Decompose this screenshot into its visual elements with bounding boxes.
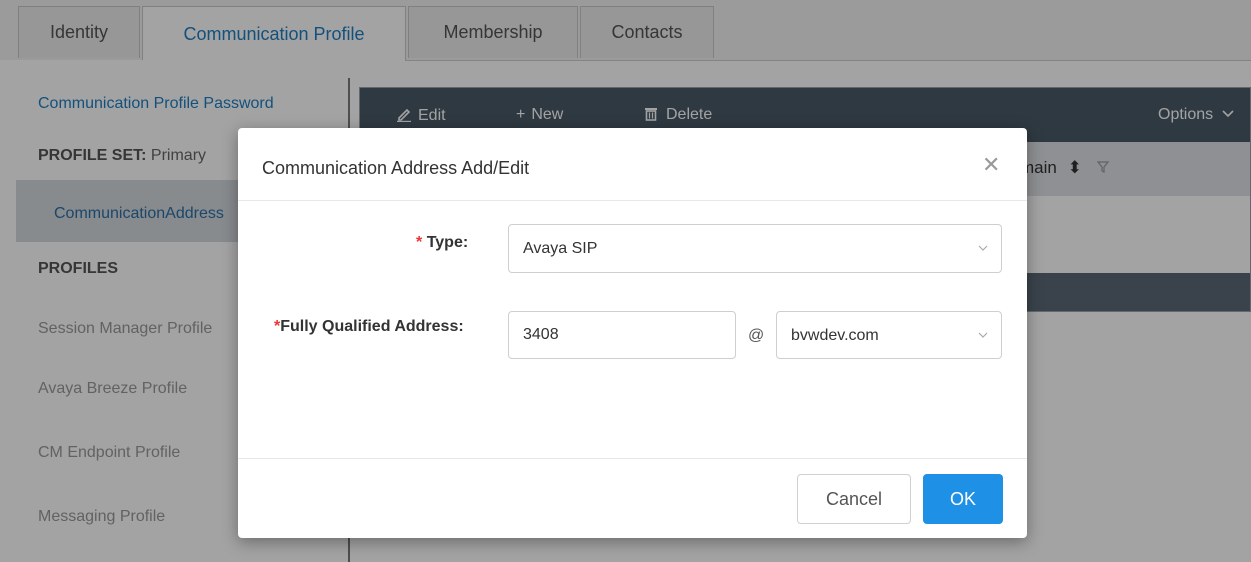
dialog-title: Communication Address Add/Edit [262, 158, 530, 178]
type-select-value: Avaya SIP [523, 240, 598, 257]
chevron-down-icon [978, 332, 988, 338]
at-sign: @ [748, 327, 765, 344]
footer-divider [238, 458, 1027, 459]
chevron-down-icon [978, 245, 988, 251]
fqa-label: *Fully Qualified Address: [274, 318, 464, 335]
close-icon[interactable]: ✕ [982, 152, 1000, 178]
cancel-button[interactable]: Cancel [797, 474, 911, 524]
domain-select[interactable]: bvwdev.com [776, 311, 1002, 359]
header-divider [238, 200, 1027, 201]
type-select[interactable]: Avaya SIP [508, 224, 1002, 273]
type-label: * Type: [416, 234, 469, 251]
fqa-input[interactable] [508, 311, 736, 359]
ok-button[interactable]: OK [923, 474, 1003, 524]
domain-select-value: bvwdev.com [791, 327, 879, 344]
communication-address-dialog: Communication Address Add/Edit ✕ * Type:… [238, 128, 1027, 538]
required-marker: * [416, 234, 423, 251]
